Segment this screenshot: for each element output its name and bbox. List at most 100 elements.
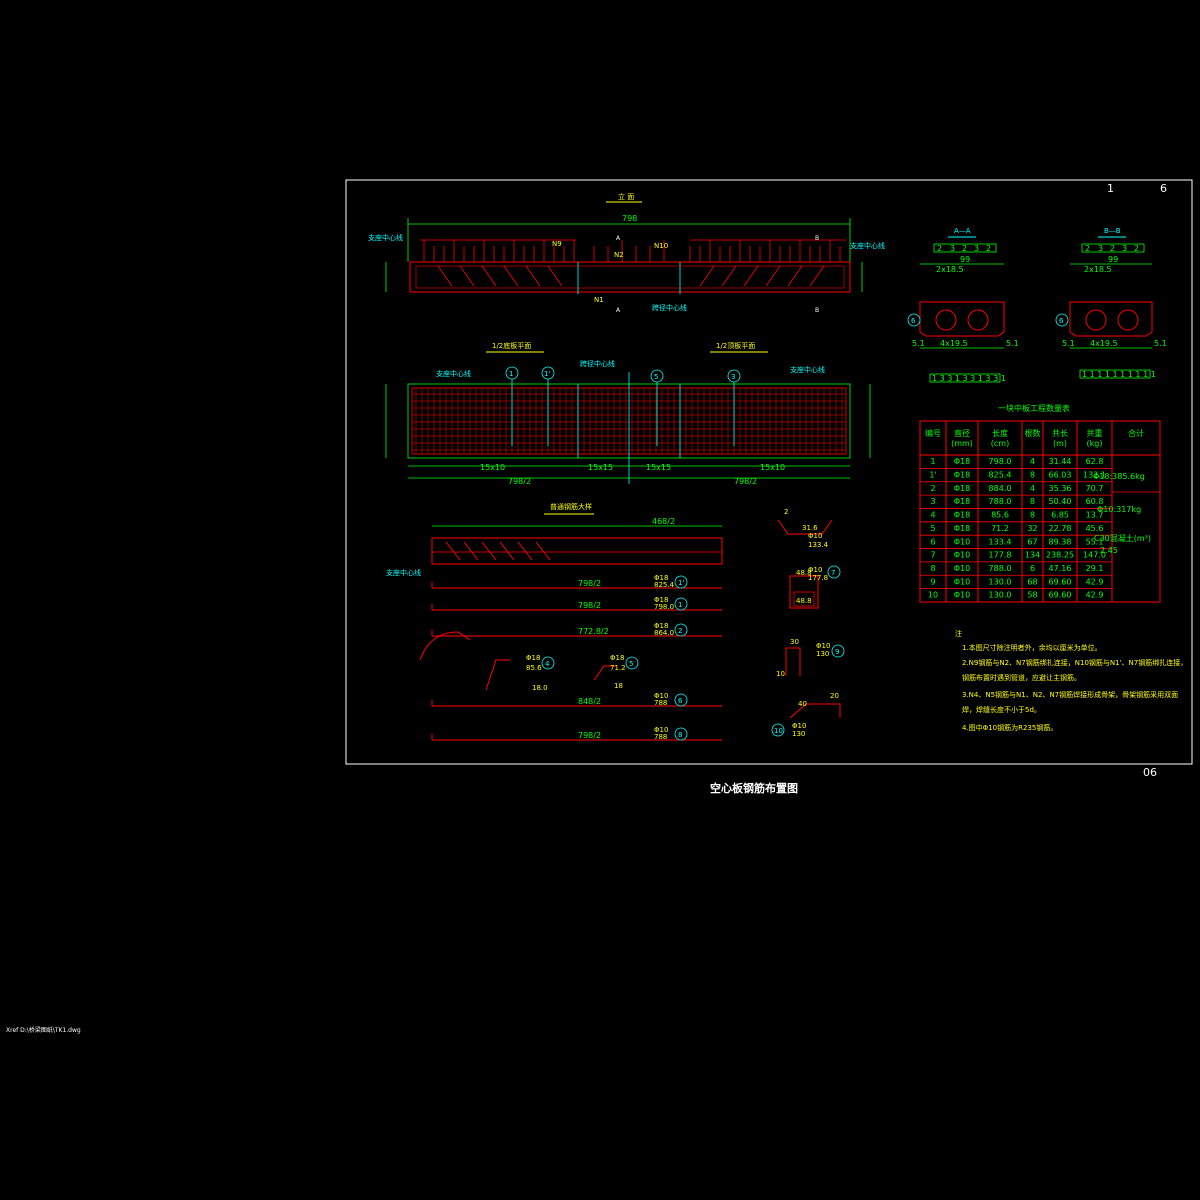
qt-cell: 31.44 [1049,457,1072,466]
qt-header-1: 直径 [954,428,970,438]
section-bb-bottom-grid: 1 1 1 1 1 1 1 1 1 1 [1082,370,1156,379]
plan-dim-2: 15x15 [588,463,613,472]
qt-cell: Φ10 [954,591,970,600]
section-aa-dim-2: 2 [962,244,967,253]
qt-cell: 130.0 [989,591,1012,600]
qt-total-phi10: Φ10:317kg [1097,505,1141,514]
qt-cell: 89.38 [1049,537,1072,546]
note-2b: 钢筋布置时遇到管道，应避让主钢筋。 [962,673,1081,682]
section-aa-bottom-grid: 1 3 3 1 3 3 1 3 3 1 [932,374,1006,383]
notes-block: 注 1.本图尺寸除注明者外，余均以厘米为单位。 2.N9钢筋与N2、N7钢筋绑扎… [955,629,1187,732]
qt-cell: 8 [1030,470,1035,479]
note-1: 1.本图尺寸除注明者外，余均以厘米为单位。 [962,643,1102,652]
section-bb-bdim-0: 5.1 [1062,339,1075,348]
svg-text:Φ18: Φ18 [610,654,624,662]
qt-cell: Φ18 [954,511,970,520]
long-bar-mark: 8 [678,731,682,739]
xref-path: Xref D:\桥梁图纸\TK1.dwg [6,1026,81,1034]
stirrup-upper: Φ10 133.4 31.6 2 [784,508,829,549]
svg-text:130: 130 [792,730,805,738]
qt-cell: 10 [928,591,938,600]
svg-text:4: 4 [545,660,550,668]
qt-cell: 884.0 [989,484,1012,493]
qt-cell: 8 [1030,497,1035,506]
section-aa-dim-4: 2 [986,244,991,253]
qt-header-5: (kg) [1087,439,1103,448]
elev-n1: N1 [594,296,604,304]
elev-n2: N2 [614,251,624,259]
section-aa-dim-0: 2 [937,244,942,253]
qt-cell: 1' [929,470,936,479]
plan-half-right: 798/2 [734,477,757,486]
elev-sec-b-bottom: B [815,307,819,314]
qt-cell: 85.6 [991,511,1009,520]
section-aa-dim-3: 3 [974,244,979,253]
long-bar-2: Φ18864.0772.8/2 2 [431,622,722,637]
svg-text:40: 40 [798,700,807,708]
section-bb-inner: 2x18.5 [1084,265,1112,274]
plan-half-left: 798/2 [508,477,531,486]
bent-bar-4: 4 Φ18 85.6 18.0 [526,654,555,692]
long-bar-mark: 1 [678,601,682,609]
qt-header-6: 合计 [1128,428,1144,438]
note-3b: 焊，焊缝长度不小于5d。 [962,705,1041,714]
qt-cell: Φ18 [954,457,970,466]
qt-cell: 4 [1030,457,1035,466]
qt-header-3: 根数 [1025,428,1041,438]
long-bar-1': Φ18825.4798/2 1' [431,574,722,589]
section-bb-bdim-2: 5.1 [1154,339,1167,348]
qt-cell: 66.03 [1049,470,1072,479]
qt-cell: 42.9 [1086,591,1104,600]
section-aa-width: 99 [960,255,970,264]
qt-cell: Φ10 [954,577,970,586]
section-aa-bdim-2: 5.1 [1006,339,1019,348]
qt-header-2: 长度 [992,428,1008,438]
section-aa-bdim-0: 5.1 [912,339,925,348]
long-bar-span: 798/2 [578,579,601,588]
qt-header-5: 共重 [1087,428,1103,438]
qt-total-phi18: Φ18:385.6kg [1093,472,1145,481]
qt-cell: Φ10 [954,537,970,546]
qt-cell: 6.85 [1051,511,1069,520]
plan-dim-4: 15x10 [760,463,785,472]
svg-text:Φ10: Φ10 [816,642,830,650]
qt-row: 7 Φ10 177.8 134 238.25 147.0 [930,551,1106,560]
qt-cell: 6 [930,537,935,546]
qt-cell: 29.1 [1086,564,1104,573]
note-4: 4.图中Φ10钢筋为R235钢筋。 [962,723,1057,732]
section-bb-title: B—B [1104,227,1121,235]
qt-cell: 47.16 [1049,564,1072,573]
qt-cell: Φ18 [954,524,970,533]
qt-cell: 50.40 [1049,497,1072,506]
plan-title-left: 1/2底板平面 [492,341,531,350]
plan-view: 1/2底板平面 1/2顶板平面 支座中心线 支座中心线 跨径中心线 15x10 … [385,341,871,486]
section-bb-dim-4: 2 [1134,244,1139,253]
elev-sec-b-top: B [815,235,819,242]
qt-header-4: (m) [1053,439,1067,448]
section-aa-dim-1: 3 [950,244,955,253]
svg-text:5: 5 [629,660,633,668]
section-bb-dim-1: 3 [1098,244,1103,253]
qt-cell: 22.78 [1049,524,1072,533]
qt-cell: 8 [1030,511,1035,520]
cad-drawing: 1 6 06 空心板钢筋布置图 Xref D:\桥梁图纸\TK1.dwg 立 面… [6,179,1193,1034]
qt-cell: 788.0 [989,564,1012,573]
svg-text:1: 1 [509,370,513,378]
elev-support-left: 支座中心线 [368,233,403,242]
svg-text:133.4: 133.4 [808,541,829,549]
section-bb-bdim-1: 4x19.5 [1090,339,1118,348]
elev-sec-a-top: A [616,235,621,242]
long-bar-mark: 2 [678,627,682,635]
quantity-table: 一块中板工程数量表 编号 直径(mm)长度(cm)根数 共长(m)共重(kg)合计 … [919,403,1161,603]
svg-text:30: 30 [790,638,799,646]
svg-text:71.2: 71.2 [610,664,626,672]
notes-heading: 注 [955,629,962,638]
qt-cell: 238.25 [1046,551,1074,560]
qt-cell: 71.2 [991,524,1009,533]
qt-cell: 45.6 [1086,524,1104,533]
section-bb-dim-3: 3 [1122,244,1127,253]
long-bar-span: 772.8/2 [578,627,609,636]
end-detail-top-dim: 468/2 [652,517,675,526]
svg-text:5: 5 [654,373,658,381]
section-bb: B—B 2 3 2 3 2 99 2x18.5 6 5.1 4x19.5 5.1… [1055,227,1167,379]
